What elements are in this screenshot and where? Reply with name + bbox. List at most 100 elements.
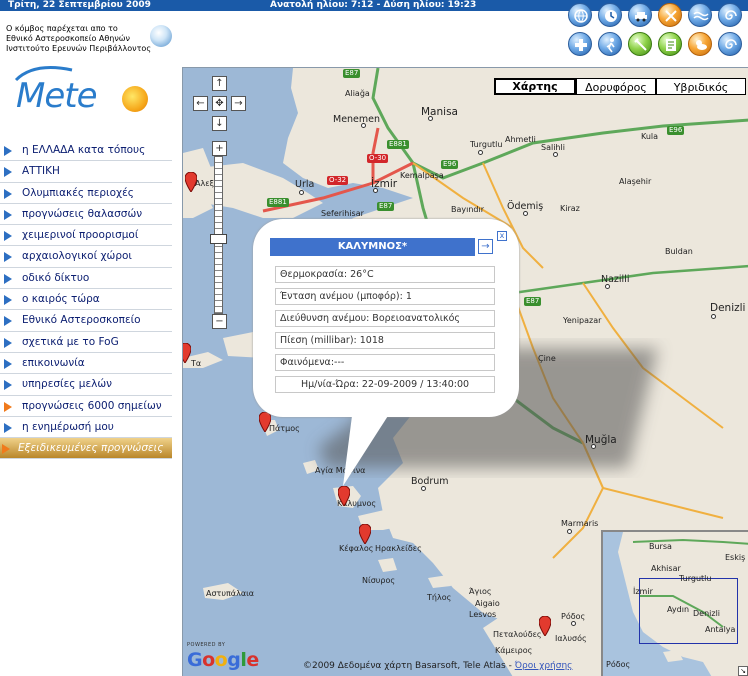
map-label: Seferihisar: [321, 209, 364, 218]
menu-item-greece-regions[interactable]: η ΕΛΛΑΔΑ κατα τόπους: [0, 140, 172, 162]
popup-datetime: Ημ/νία-Ώρα: 22-09-2009 / 13:40:00: [275, 376, 495, 393]
menu-item-attica[interactable]: ΑΤΤΙΚΗ: [0, 161, 172, 183]
road-badge: E881: [387, 140, 409, 149]
map-label: Αλεξ: [195, 179, 214, 188]
menu-item-6000-forecasts[interactable]: προγνώσεις 6000 σημείων: [0, 396, 172, 417]
road-badge: O-32: [327, 176, 349, 185]
menu-item-olympic-areas[interactable]: Ολυμπιακές περιοχές: [0, 183, 172, 204]
city-dot: [428, 116, 433, 121]
overview-label: İzmir: [633, 587, 653, 596]
popup-close-button[interactable]: x: [497, 231, 507, 241]
google-logo[interactable]: Google: [187, 649, 259, 671]
observatory-logo[interactable]: [150, 25, 172, 47]
overview-label: Turgutlu: [679, 574, 712, 583]
waves-icon[interactable]: [688, 3, 712, 27]
provider-line[interactable]: Εθνικό Αστεροσκοπείο Αθηνών: [6, 34, 151, 44]
menu-item-my-update[interactable]: η ενημέρωσή μου: [0, 417, 172, 439]
pan-right-button[interactable]: →: [231, 96, 246, 111]
station-marker[interactable]: [182, 343, 191, 363]
copyright-text: ©2009 Δεδομένα χάρτη Basarsoft, Tele Atl…: [303, 661, 515, 671]
sun-icon[interactable]: [658, 3, 682, 27]
station-marker[interactable]: [539, 616, 551, 636]
pan-down-button[interactable]: ↓: [212, 116, 227, 131]
city-dot: [567, 529, 572, 534]
menu-item-winter-destinations[interactable]: χειμερινοί προορισμοί: [0, 225, 172, 247]
map-label: Αστυπάλαια: [206, 589, 255, 598]
map-label: Turgutlu: [470, 140, 503, 149]
overview-map[interactable]: Bursa Eskiş Akhisar Turgutlu İzmir Aydın…: [601, 530, 748, 676]
meteo-logo[interactable]: Mete: [14, 64, 154, 118]
car-icon[interactable]: [628, 3, 652, 27]
menu-item-about-fog[interactable]: σχετικά με το FoG: [0, 332, 172, 353]
city-dot: [299, 190, 304, 195]
map-label: Bayındır: [451, 205, 485, 214]
map-label: Denizli: [710, 302, 746, 314]
popup-details-button[interactable]: →: [478, 239, 493, 254]
map-type-switcher: Χάρτης Δορυφόρος Υβριδικός: [494, 78, 748, 96]
menu-item-archaeological-sites[interactable]: αρχαιολογικοί χώροι: [0, 246, 172, 268]
city-dot: [591, 444, 596, 449]
map-viewport[interactable]: Aliağa Menemen Manisa Turgutlu Ahmetli S…: [182, 67, 748, 676]
weather-icon[interactable]: [688, 32, 712, 56]
tools-icon[interactable]: [628, 32, 652, 56]
zoom-in-button[interactable]: +: [212, 141, 227, 156]
map-label: Alaşehir: [619, 177, 652, 186]
city-dot: [478, 150, 483, 155]
provider-line[interactable]: Ινστιτούτο Ερευνών Περιβάλλοντος: [6, 44, 151, 54]
zoom-out-button[interactable]: −: [212, 314, 227, 329]
map-label: Ahmetli: [505, 135, 536, 144]
map-label: Ρόδος: [561, 612, 586, 621]
menu-item-specialized-forecasts[interactable]: Εξειδικευμένες προγνώσεις: [0, 438, 172, 460]
medical-icon[interactable]: [568, 32, 592, 56]
map-label: Manisa: [421, 106, 458, 118]
menu-item-member-services[interactable]: υπηρεσίες μελών: [0, 374, 172, 396]
overview-toggle-button[interactable]: ↘: [738, 666, 748, 676]
terms-of-use-link[interactable]: Όροι χρήσης: [515, 661, 573, 671]
map-label: Άγιος: [469, 587, 492, 596]
menu-item-road-network[interactable]: οδικό δίκτυο: [0, 268, 172, 290]
menu-item-observatory[interactable]: Εθνικό Αστεροσκοπείο: [0, 310, 172, 332]
station-info-popup: ΚΑΛΥΜΝΟΣ* → x Θερμοκρασία: 26°C Ένταση α…: [253, 219, 519, 417]
city-dot: [711, 314, 716, 319]
menu-item-weather-now[interactable]: ο καιρός τώρα: [0, 289, 172, 311]
pan-up-button[interactable]: ↑: [212, 76, 227, 91]
sun-logo-icon: [122, 86, 148, 112]
map-label: Buldan: [665, 247, 693, 256]
map-type-satellite-button[interactable]: Δορυφόρος: [576, 78, 656, 95]
menu-item-sea-forecasts[interactable]: προγνώσεις θαλασσών: [0, 204, 172, 226]
map-label: Κέφαλος: [339, 544, 374, 553]
road-badge: E87: [377, 202, 395, 211]
map-label: Urla: [295, 179, 315, 190]
station-marker[interactable]: [259, 412, 271, 432]
station-marker[interactable]: [359, 524, 371, 544]
station-marker[interactable]: [338, 486, 350, 506]
city-dot: [373, 188, 378, 193]
map-label: Kiraz: [560, 204, 580, 213]
walking-icon[interactable]: [598, 32, 622, 56]
map-label: Kemalpaşa: [400, 171, 444, 180]
spiral-icon[interactable]: [718, 3, 742, 27]
popup-tail: [343, 408, 393, 486]
map-label: Bodrum: [411, 476, 449, 487]
overview-label: Ρόδος: [606, 660, 631, 669]
map-label: Çine: [538, 354, 556, 363]
map-label: Ιαλυσός: [555, 634, 587, 643]
map-type-map-button[interactable]: Χάρτης: [494, 78, 576, 95]
menu-item-contact[interactable]: επικοινωνία: [0, 353, 172, 375]
overview-label: Aydın: [667, 605, 690, 614]
document-icon[interactable]: [658, 32, 682, 56]
sunrise-sunset: Ανατολή ηλίου: 7:12 - Δύση ηλίου: 19:23: [270, 0, 477, 10]
map-label: Νίσυρος: [362, 576, 396, 585]
pan-center-button[interactable]: ✥: [212, 96, 227, 111]
pan-left-button[interactable]: ←: [193, 96, 208, 111]
popup-pressure: Πίεση (millibar): 1018: [275, 332, 495, 349]
clock-icon[interactable]: [598, 3, 622, 27]
zoom-slider-handle[interactable]: [210, 234, 227, 244]
map-type-hybrid-button[interactable]: Υβριδικός: [656, 78, 746, 95]
map-label: Muğla: [585, 434, 617, 446]
globe-icon[interactable]: [568, 3, 592, 27]
map-label: Κάμειρος: [495, 646, 533, 655]
station-marker[interactable]: [185, 172, 197, 192]
storm-icon[interactable]: [718, 32, 742, 56]
overview-label: Antalya: [705, 625, 736, 634]
